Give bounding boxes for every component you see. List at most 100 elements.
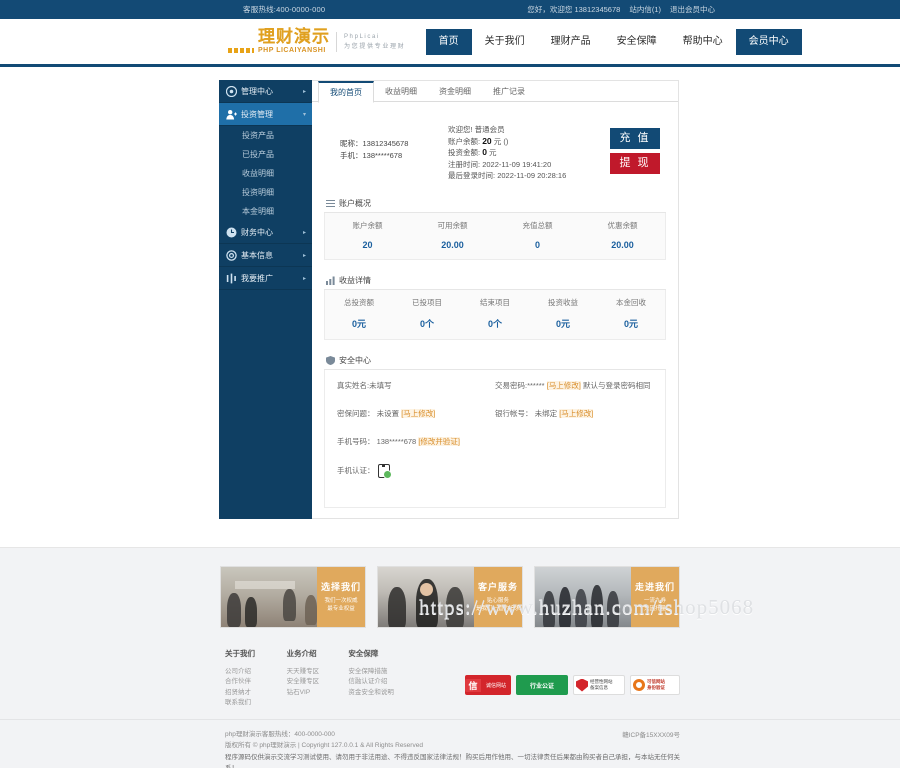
promo-caption-0: 选择我们 我们一次权威 最专业权益 — [317, 566, 365, 627]
phone-row: 手机：138*****678 — [340, 150, 444, 162]
promo-sub2: 是我们一直的追求 — [476, 606, 521, 612]
promo-banner-0[interactable]: 选择我们 我们一次权威 最专业权益 — [220, 565, 366, 628]
footer-link[interactable]: 安全赚专区 — [287, 677, 336, 688]
balance-value: 20 — [482, 135, 492, 146]
logo-chinese-text: 理财演示 — [258, 27, 330, 46]
invest-label: 投资金额: — [448, 148, 481, 157]
promo-banners: 选择我们 我们一次权威 最专业权益 客户服务 贴心服务 是我们一直的追求 走进我们 一流九券只… — [220, 565, 680, 628]
account-details: 欢迎您! 普通会员 账户余额: 20 元 () 投资金额: 0 元 注册时间: … — [444, 124, 610, 182]
promo-sub1: 贴心服务 — [486, 598, 509, 604]
stat-value: 0 — [534, 239, 540, 250]
sidebar-subitem-1-4[interactable]: 本金明细 — [219, 202, 312, 221]
footer-links: 关于我们 公司介绍 合作伙伴 招贤纳才 联系我们 业务介绍 天天赚专区 安全赚专区 钻石VIP 安… — [220, 628, 681, 715]
sidebar-item-3[interactable]: 基本信息 ▸ — [219, 244, 312, 267]
nav-item-5[interactable]: 会员中心 — [735, 28, 802, 55]
tab-0[interactable]: 我的首页 — [318, 81, 374, 103]
sidebar-item-1[interactable]: 投资管理 ▾ — [219, 103, 312, 126]
footer-link[interactable]: 联系我们 — [225, 698, 274, 709]
page-root: 客服热线:400-0000-000 您好，欢迎您 13812345678 站内信… — [0, 0, 900, 768]
promo-banner-2[interactable]: 走进我们 一流九券 只因托量 — [534, 565, 680, 628]
tab-3[interactable]: 推广记录 — [482, 81, 536, 102]
footer-link[interactable]: 合作伙伴 — [225, 677, 274, 688]
content-container: 管理中心 ▸ 投资管理 ▾ 投资产品 已投产品 收益明细 投资明细 本金明细 财务中心 ▸ 基本信息 ▸… — [219, 80, 679, 519]
footer-column-0: 关于我们公司介绍 合作伙伴 招贤纳才 联系我们 — [225, 648, 274, 709]
sidebar-group-2: 财务中心 ▸ — [219, 221, 312, 244]
tab-2[interactable]: 资金明细 — [428, 81, 482, 102]
account-overview-header: 账户概况 — [324, 196, 666, 213]
footer-column-2: 安全保障 安全保障措施 信融认证介绍 资金安全和说明 — [348, 648, 397, 709]
inbox-link[interactable]: 站内信(1) — [629, 4, 661, 15]
sidebar-subitem-1-2[interactable]: 收益明细 — [219, 164, 312, 183]
logo-bars-icon — [228, 48, 254, 53]
footer-link[interactable]: 招贤纳才 — [225, 688, 274, 699]
mobile-auth-label: 手机认证： — [337, 466, 375, 475]
stat-cell: 已投项目 0个 — [393, 297, 461, 330]
nav-item-1[interactable]: 关于我们 — [472, 29, 538, 55]
logo[interactable]: 理财演示 PHP LICAIYANSHI P h p L i c a i 为 您… — [228, 28, 404, 55]
footer-link[interactable]: 信融认证介绍 — [348, 677, 397, 688]
promo-banner-1[interactable]: 客户服务 贴心服务 是我们一直的追求 — [377, 565, 523, 628]
sidebar-subitem-1-0[interactable]: 投资产品 — [219, 126, 312, 145]
share-icon — [226, 273, 237, 284]
stat-label: 账户余额 — [352, 220, 383, 230]
target-icon — [226, 85, 237, 97]
tab-1[interactable]: 收益明细 — [374, 81, 428, 102]
footer-column-head: 关于我们 — [225, 648, 255, 658]
mobile-verify-link[interactable]: [修改并验证] — [418, 436, 460, 446]
real-name-text: 真实姓名:未填写 — [337, 380, 392, 390]
bank-account-field: 银行帐号： 未绑定 [马上修改] — [495, 408, 653, 419]
sidebar-subitem-1-3[interactable]: 投资明细 — [219, 183, 312, 202]
logo-slogan-line1: P h p L i c a i — [344, 33, 379, 40]
credit-website-badge[interactable]: 信 诚信网站 — [465, 675, 512, 695]
recharge-button[interactable]: 充 值 — [610, 128, 660, 149]
user-add-icon — [226, 109, 237, 120]
sidebar-item-label: 基本信息 — [241, 250, 273, 260]
industry-notary-badge[interactable]: 行业公证 — [516, 675, 569, 695]
panel-tabs: 我的首页 收益明细 资金明细 推广记录 — [312, 81, 678, 103]
register-time-value: 2022-11-09 19:41:20 — [482, 159, 552, 169]
trusted-site-badge[interactable]: 可信网站 身份验证 — [630, 675, 681, 695]
sidebar-item-0[interactable]: 管理中心 ▸ — [219, 80, 312, 103]
footer-link[interactable]: 天天赚专区 — [287, 667, 336, 678]
phone-label: 手机： — [340, 151, 363, 160]
sidebar-subitem-1-1[interactable]: 已投产品 — [219, 145, 312, 164]
chart-icon — [326, 276, 335, 285]
footer-link[interactable]: 公司介绍 — [225, 667, 274, 678]
footer-link[interactable]: 安全保障措施 — [348, 667, 397, 678]
footer-link[interactable]: 钻石VIP — [287, 688, 336, 699]
stat-label: 总投资额 — [344, 297, 374, 307]
sidebar-item-4[interactable]: 我要推广 ▸ — [219, 267, 312, 290]
promo-caption-2: 走进我们 一流九券 只因托量 — [631, 566, 679, 627]
stat-cell: 账户余额 20 — [325, 220, 410, 250]
bank-account-modify-link[interactable]: [马上修改] — [559, 408, 594, 418]
panel-inner: 昵称：13812345678 手机：138*****678 欢迎您! 普通会员 … — [312, 102, 678, 518]
promo-caption-1: 客户服务 贴心服务 是我们一直的追求 — [474, 566, 522, 627]
footer-column-1: 业务介绍 天天赚专区 安全赚专区 钻石VIP — [287, 648, 336, 709]
nickname-label: 昵称： — [340, 139, 363, 148]
shield-icon — [326, 355, 335, 365]
stat-label: 本金回收 — [616, 297, 646, 307]
sidebar-item-2[interactable]: 财务中心 ▸ — [219, 221, 312, 244]
nav-item-0[interactable]: 首页 — [425, 28, 472, 55]
balance-unit: 元 () — [493, 136, 509, 146]
logout-link[interactable]: 退出会员中心 — [670, 4, 715, 15]
stat-cell: 总投资额 0元 — [325, 297, 393, 330]
nav-item-4[interactable]: 帮助中心 — [670, 29, 736, 55]
sidebar-item-label: 财务中心 — [241, 227, 273, 237]
footer-link[interactable]: 资金安全和说明 — [348, 688, 397, 699]
account-overview-title: 账户概况 — [339, 198, 371, 208]
nav-item-3[interactable]: 安全保障 — [604, 29, 670, 55]
promo-sub1: 一流九券 — [643, 598, 666, 604]
withdraw-button[interactable]: 提 现 — [610, 153, 660, 174]
promo-sub1: 我们一次权威 — [324, 598, 358, 604]
trade-password-modify-link[interactable]: [马上修改] — [546, 380, 581, 390]
stat-cell: 可用余额 20.00 — [410, 220, 495, 250]
promo-title: 选择我们 — [320, 582, 361, 592]
business-site-record-badge[interactable]: 经营性网站 备案信息 — [573, 675, 626, 695]
mobile-text: 手机号码： 138*****678 — [337, 436, 417, 446]
icp-number: 赣ICP备15XXX09号 — [622, 731, 680, 739]
logo-mark: 理财演示 PHP LICAIYANSHI — [258, 28, 330, 55]
nav-item-2[interactable]: 理财产品 — [538, 29, 604, 55]
credit-badge-text: 诚信网站 — [486, 682, 507, 689]
secret-question-modify-link[interactable]: [马上修改] — [401, 408, 436, 418]
